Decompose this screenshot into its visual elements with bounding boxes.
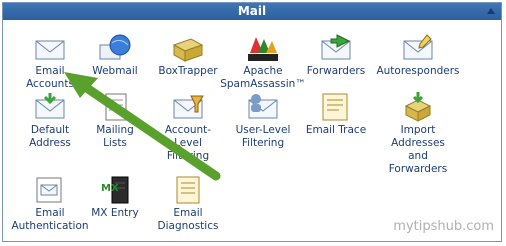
mail-item-diagnostics[interactable]: Email Diagnostics: [143, 175, 233, 233]
mail-item-email-trace[interactable]: Email Trace: [291, 92, 381, 137]
email-trace-icon: [291, 92, 381, 122]
mail-item-label: Email Diagnostics: [157, 207, 219, 232]
autoresponder-icon: [373, 33, 463, 63]
diagnostics-icon: [143, 175, 233, 205]
svg-text:MX: MX: [101, 183, 119, 194]
mail-item-autoresponder[interactable]: Autoresponders: [373, 33, 463, 78]
forward-mail-icon: [291, 33, 381, 63]
mail-item-import[interactable]: Import Addresses and Forwarders: [373, 92, 463, 176]
mail-item-label: Forwarders: [306, 65, 366, 77]
import-icon: [373, 92, 463, 122]
mail-item-label: Import Addresses and Forwarders: [388, 124, 448, 175]
mail-item-forward-mail[interactable]: Forwarders: [291, 33, 381, 78]
panel-title: Mail: [237, 4, 267, 18]
collapse-icon[interactable]: [487, 8, 495, 14]
mail-item-label: Autoresponders: [376, 65, 460, 77]
watermark: mytipshub.com: [393, 219, 494, 234]
mail-item-label: Email Trace: [305, 124, 367, 136]
panel-header[interactable]: Mail: [3, 3, 501, 20]
